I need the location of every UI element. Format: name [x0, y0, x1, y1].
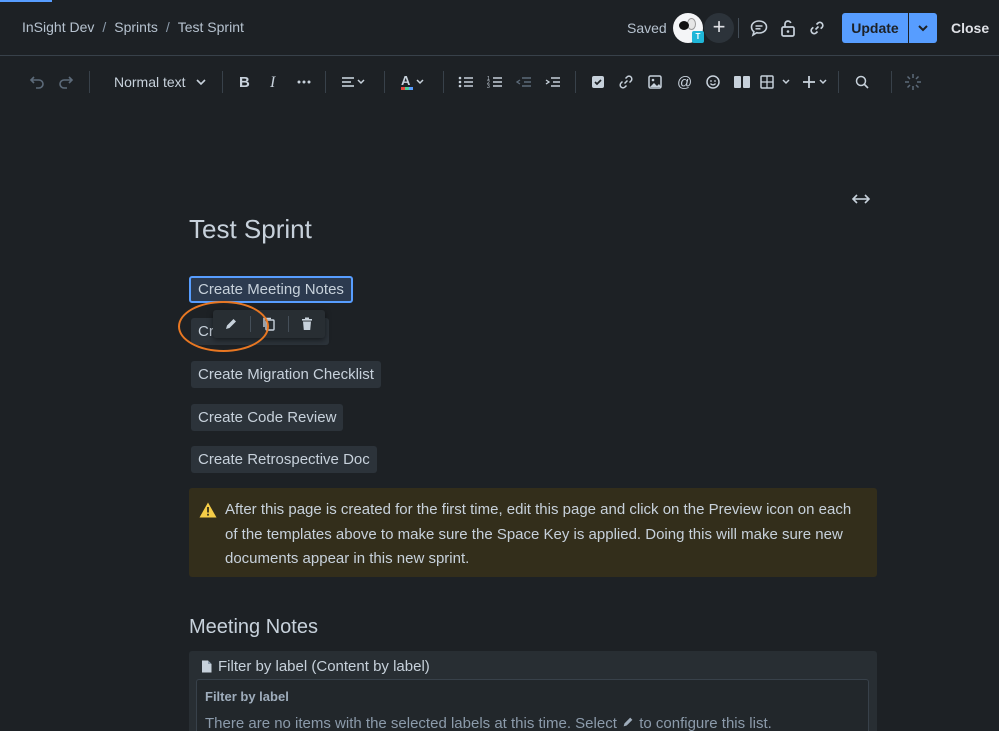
delete-icon[interactable]	[299, 316, 315, 332]
layouts-icon[interactable]	[733, 72, 751, 92]
macro-empty-message: There are no items with the selected lab…	[205, 715, 772, 731]
divider	[738, 18, 739, 38]
undo-icon[interactable]	[28, 72, 46, 92]
image-icon[interactable]	[647, 72, 663, 92]
text-style-label: Normal text	[114, 74, 186, 90]
chevron-down-icon	[918, 25, 928, 32]
annotation-circle	[178, 301, 269, 352]
divider	[288, 316, 289, 332]
divider	[325, 71, 326, 93]
warning-panel[interactable]: After this page is created for the first…	[189, 488, 877, 577]
align-icon[interactable]	[341, 72, 369, 92]
create-from-template-button[interactable]: Create Migration Checklist	[191, 361, 381, 388]
restrictions-unlock-icon[interactable]	[778, 18, 798, 38]
breadcrumb: InSight Dev / Sprints / Test Sprint	[22, 19, 244, 35]
italic-icon[interactable]: I	[268, 72, 282, 92]
update-button[interactable]: Update	[842, 13, 908, 43]
close-button[interactable]: Close	[951, 20, 989, 36]
page-icon	[202, 660, 212, 673]
svg-text:3: 3	[487, 84, 490, 90]
chevron-down-icon	[196, 79, 207, 86]
macro-preview-title: Filter by label	[205, 689, 289, 704]
editor-header: InSight Dev / Sprints / Test Sprint Save…	[0, 0, 999, 56]
divider	[384, 71, 385, 93]
bullet-list-icon[interactable]	[458, 72, 474, 92]
breadcrumb-separator: /	[165, 19, 170, 35]
insert-icon[interactable]	[802, 72, 832, 92]
breadcrumb-current[interactable]: Test Sprint	[178, 19, 244, 35]
mention-icon[interactable]: @	[676, 72, 692, 92]
empty-message-suffix: to configure this list.	[639, 715, 772, 731]
create-from-template-button[interactable]: Create Meeting Notes	[189, 276, 353, 303]
divider	[575, 71, 576, 93]
emoji-icon[interactable]	[705, 72, 721, 92]
outdent-icon[interactable]	[516, 72, 532, 92]
macro-title: Filter by label (Content by label)	[201, 658, 430, 675]
numbered-list-icon[interactable]: 123	[487, 72, 503, 92]
warning-text: After this page is created for the first…	[225, 501, 852, 567]
breadcrumb-separator: /	[102, 19, 107, 35]
divider	[222, 71, 223, 93]
redo-icon[interactable]	[57, 72, 75, 92]
svg-text:A: A	[401, 73, 411, 88]
edit-icon	[623, 717, 633, 727]
create-from-template-button[interactable]: Create Retrospective Doc	[191, 446, 377, 473]
svg-text:B: B	[239, 74, 250, 91]
update-options-button[interactable]	[909, 13, 937, 43]
indent-icon[interactable]	[545, 72, 561, 92]
svg-text:I: I	[269, 74, 276, 91]
editor-toolbar: Normal text B I A 123 @	[0, 57, 999, 107]
divider	[443, 71, 444, 93]
avatar-badge: T	[692, 31, 704, 43]
svg-text:@: @	[677, 74, 692, 91]
macro-title-label: Filter by label (Content by label)	[218, 658, 430, 675]
warning-icon	[199, 502, 217, 523]
page-title[interactable]: Test Sprint	[189, 214, 312, 245]
ai-icon[interactable]	[904, 72, 922, 92]
breadcrumb-space[interactable]: InSight Dev	[22, 19, 94, 35]
link-icon[interactable]	[807, 18, 827, 38]
create-from-template-button[interactable]: Create Code Review	[191, 404, 344, 431]
divider	[838, 71, 839, 93]
action-item-icon[interactable]	[590, 72, 606, 92]
find-icon[interactable]	[854, 72, 870, 92]
text-color-icon[interactable]: A	[400, 72, 428, 92]
progress-indicator	[0, 0, 52, 2]
more-formatting-icon[interactable]	[296, 72, 312, 92]
comment-icon[interactable]	[749, 18, 769, 38]
content-by-label-macro[interactable]: Filter by label (Content by label) Filte…	[189, 651, 877, 731]
expand-width-icon[interactable]	[851, 192, 871, 208]
empty-message-prefix: There are no items with the selected lab…	[205, 715, 617, 731]
add-collaborator-button[interactable]: +	[704, 13, 734, 43]
section-heading[interactable]: Meeting Notes	[189, 616, 318, 639]
macro-preview: Filter by label There are no items with …	[196, 679, 869, 731]
breadcrumb-parent[interactable]: Sprints	[114, 19, 158, 35]
table-icon[interactable]	[760, 72, 794, 92]
link-icon[interactable]	[618, 72, 634, 92]
divider	[891, 71, 892, 93]
divider	[89, 71, 90, 93]
bold-icon[interactable]: B	[238, 72, 252, 92]
save-status: Saved	[627, 20, 667, 36]
text-style-dropdown[interactable]: Normal text	[114, 74, 207, 90]
